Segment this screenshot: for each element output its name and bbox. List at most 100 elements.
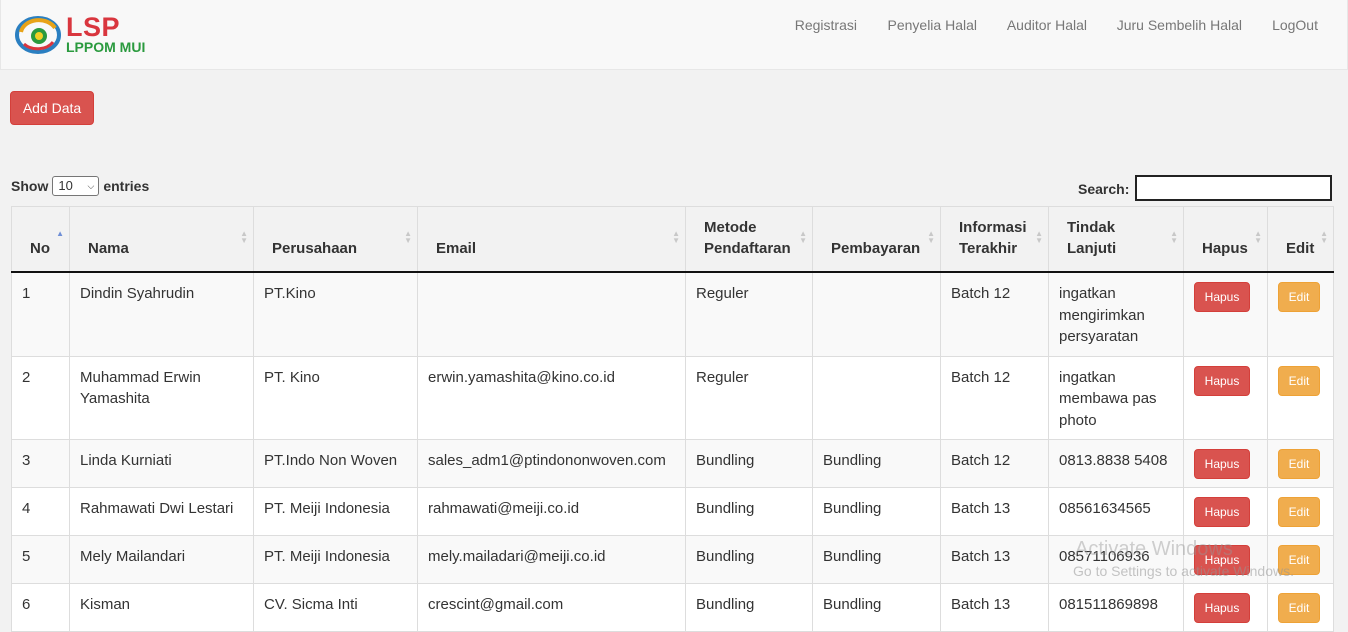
column-header-tindak-lanjuti[interactable]: Tindak Lanjuti ▲ ▼ xyxy=(1048,206,1184,273)
cell-edit: Edit xyxy=(1267,439,1334,488)
column-header-nama[interactable]: Nama ▲ ▼ xyxy=(69,206,254,273)
cell-informasi: Batch 13 xyxy=(940,487,1049,536)
brand-subtitle: LPPOM MUI xyxy=(66,39,146,55)
chevron-down-icon: ⌵ xyxy=(87,181,95,191)
edit-button[interactable]: Edit xyxy=(1278,282,1320,312)
cell-no: 4 xyxy=(11,487,70,536)
sort-icon: ▲ ▼ xyxy=(799,229,807,245)
column-header-perusahaan[interactable]: Perusahaan ▲ ▼ xyxy=(253,206,418,273)
cell-metode: Reguler xyxy=(685,271,813,357)
cell-metode: Bundling xyxy=(685,583,813,632)
column-header-metode-pendaftaran[interactable]: Metode Pendaftaran ▲ ▼ xyxy=(685,206,813,273)
column-header-email[interactable]: Email ▲ ▼ xyxy=(417,206,686,273)
cell-no: 2 xyxy=(11,355,70,440)
column-header-label: Hapus xyxy=(1202,240,1248,257)
column-header-label: Edit xyxy=(1286,240,1315,257)
hapus-button[interactable]: Hapus xyxy=(1194,449,1250,479)
cell-nama: Mely Mailandari xyxy=(69,535,254,584)
entries-label: entries xyxy=(103,178,150,194)
table-row: 4 Rahmawati Dwi Lestari PT. Meiji Indonesi… xyxy=(11,487,1334,536)
cell-perusahaan: PT. Kino xyxy=(253,355,418,440)
cell-perusahaan: PT. Meiji Indonesia xyxy=(253,487,418,536)
activate-windows-title: Activate Windows xyxy=(1075,538,1233,560)
nav-logout[interactable]: LogOut xyxy=(1272,17,1318,33)
sort-icon: ▲ ▼ xyxy=(927,229,935,245)
column-header-label: Nama xyxy=(88,240,129,257)
cell-perusahaan: PT.Indo Non Woven xyxy=(253,439,418,488)
table-row: 2 Muhammad Erwin Yamashita PT. Kino erwin.y… xyxy=(11,355,1334,440)
column-header-hapus[interactable]: Hapus ▲ ▼ xyxy=(1183,206,1268,273)
add-data-button[interactable]: Add Data xyxy=(10,91,94,125)
cell-pembayaran: Bundling xyxy=(812,535,941,584)
cell-informasi: Batch 13 xyxy=(940,583,1049,632)
edit-button[interactable]: Edit xyxy=(1278,593,1320,623)
cell-pembayaran xyxy=(812,355,941,440)
show-label: Show xyxy=(11,178,49,194)
cell-tindak: 0813.8838 5408 xyxy=(1048,439,1184,488)
nav-auditor-halal[interactable]: Auditor Halal xyxy=(1007,17,1087,33)
cell-pembayaran: Bundling xyxy=(812,583,941,632)
sort-icon: ▲ ▼ xyxy=(1254,229,1262,245)
cell-hapus: Hapus xyxy=(1183,271,1268,357)
column-header-informasi-terakhir[interactable]: Informasi Terakhir ▲ ▼ xyxy=(940,206,1049,273)
cell-tindak: 081511869898 xyxy=(1048,583,1184,632)
cell-nama: Linda Kurniati xyxy=(69,439,254,488)
cell-pembayaran xyxy=(812,271,941,357)
cell-edit: Edit xyxy=(1267,271,1334,357)
cell-no: 3 xyxy=(11,439,70,488)
column-header-pembayaran[interactable]: Pembayaran ▲ ▼ xyxy=(812,206,941,273)
cell-hapus: Hapus xyxy=(1183,355,1268,440)
hapus-button[interactable]: Hapus xyxy=(1194,593,1250,623)
column-header-edit[interactable]: Edit ▲ ▼ xyxy=(1267,206,1334,273)
length-control: Show 10 ⌵ entries xyxy=(11,176,149,196)
cell-email xyxy=(417,271,686,357)
column-header-label: No xyxy=(30,240,50,257)
cell-no: 6 xyxy=(11,583,70,632)
cell-nama: Dindin Syahrudin xyxy=(69,271,254,357)
cell-email: sales_adm1@ptindononwoven.com xyxy=(417,439,686,488)
activate-windows-subtitle: Go to Settings to activate Windows. xyxy=(1073,563,1294,579)
cell-email: erwin.yamashita@kino.co.id xyxy=(417,355,686,440)
search-input[interactable] xyxy=(1135,175,1332,201)
sort-icon: ▲ ▼ xyxy=(1320,229,1328,245)
cell-edit: Edit xyxy=(1267,487,1334,536)
cell-tindak: ingatkan mengirimkan persyaratan xyxy=(1048,271,1184,357)
edit-button[interactable]: Edit xyxy=(1278,497,1320,527)
sort-icon: ▲ ▼ xyxy=(240,229,248,245)
cell-nama: Rahmawati Dwi Lestari xyxy=(69,487,254,536)
nav-penyelia-halal[interactable]: Penyelia Halal xyxy=(888,17,978,33)
hapus-button[interactable]: Hapus xyxy=(1194,497,1250,527)
cell-perusahaan: PT. Meiji Indonesia xyxy=(253,535,418,584)
table-row: 1 Dindin Syahrudin PT.Kino Reguler Batch 12 i… xyxy=(11,271,1334,357)
cell-edit: Edit xyxy=(1267,355,1334,440)
column-header-label: Informasi Terakhir xyxy=(959,219,1027,257)
column-header-label: Perusahaan xyxy=(272,240,358,257)
cell-nama: Kisman xyxy=(69,583,254,632)
edit-button[interactable]: Edit xyxy=(1278,365,1320,396)
navbar: LSP LPPOM MUI Registrasi Penyelia Halal … xyxy=(0,0,1348,70)
nav-registrasi[interactable]: Registrasi xyxy=(795,17,857,33)
table-row: 3 Linda Kurniati PT.Indo Non Woven sales_ad… xyxy=(11,439,1334,488)
sort-asc-icon: ▲ ▼ xyxy=(56,229,64,245)
cell-informasi: Batch 12 xyxy=(940,439,1049,488)
nav-juru-sembelih-halal[interactable]: Juru Sembelih Halal xyxy=(1117,17,1242,33)
sort-icon: ▲ ▼ xyxy=(1035,229,1043,245)
search-label: Search: xyxy=(1078,181,1130,197)
cell-email: mely.mailadari@meiji.co.id xyxy=(417,535,686,584)
column-header-label: Tindak Lanjuti xyxy=(1067,219,1117,257)
entries-select-value: 10 xyxy=(58,178,73,193)
lsp-emblem-icon xyxy=(15,16,61,54)
cell-hapus: Hapus xyxy=(1183,439,1268,488)
cell-edit: Edit xyxy=(1267,583,1334,632)
cell-tindak: 08561634565 xyxy=(1048,487,1184,536)
column-header-no[interactable]: No ▲ ▼ xyxy=(11,206,70,273)
hapus-button[interactable]: Hapus xyxy=(1194,365,1250,396)
cell-informasi: Batch 12 xyxy=(940,271,1049,357)
hapus-button[interactable]: Hapus xyxy=(1194,282,1250,312)
edit-button[interactable]: Edit xyxy=(1278,449,1320,479)
entries-select[interactable]: 10 ⌵ xyxy=(52,176,100,196)
cell-metode: Bundling xyxy=(685,439,813,488)
cell-pembayaran: Bundling xyxy=(812,439,941,488)
cell-nama: Muhammad Erwin Yamashita xyxy=(69,355,254,440)
brand-logo[interactable]: LSP LPPOM MUI xyxy=(15,12,175,58)
